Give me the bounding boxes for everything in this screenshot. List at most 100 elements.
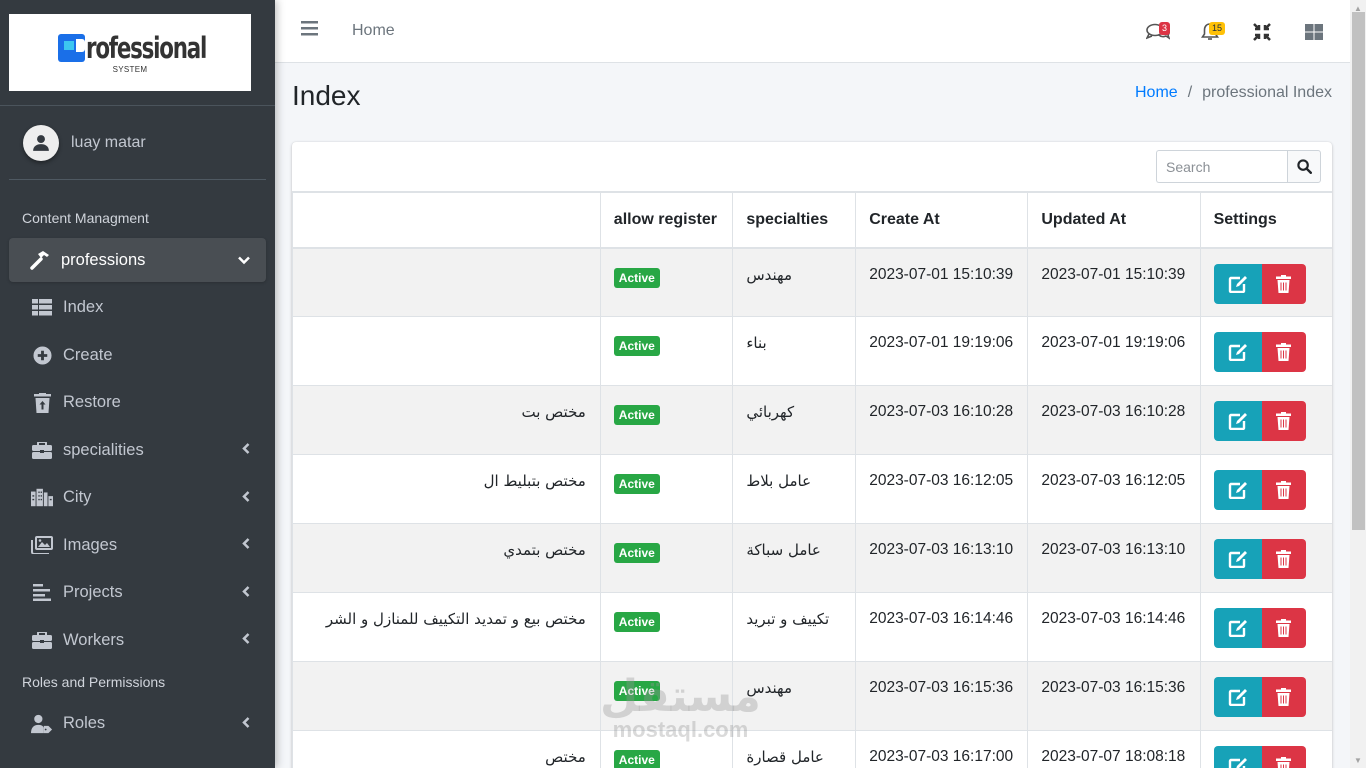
allow-register-cell: Active — [599, 316, 734, 386]
edit-icon — [1228, 481, 1248, 499]
search-group — [1156, 150, 1321, 183]
sidebar-item-label: Create — [63, 345, 113, 364]
sidebar-item-images[interactable]: Images — [9, 522, 266, 570]
delete-button[interactable] — [1261, 539, 1306, 579]
column-header-updated-at[interactable]: Updated At — [1027, 192, 1201, 249]
sidebar-item-professions[interactable]: professions — [9, 238, 266, 282]
images-icon — [31, 535, 53, 555]
search-button[interactable] — [1287, 150, 1321, 183]
updated-at-cell: 2023-07-03 16:15:36 — [1027, 661, 1201, 731]
sidebar-item-label: Workers — [63, 630, 125, 649]
column-header-create-at[interactable]: Create At — [855, 192, 1029, 249]
chevron-left-icon — [242, 443, 250, 458]
sidebar-item-workers[interactable]: Workers — [9, 617, 266, 665]
profession-name-cell — [292, 247, 601, 317]
created-at-cell: 2023-07-03 16:14:46 — [855, 592, 1029, 662]
hamburger-menu-icon[interactable] — [301, 21, 319, 41]
created-at-cell: 2023-07-03 16:10:28 — [855, 385, 1029, 455]
column-header-specialties[interactable]: specialties — [732, 192, 857, 249]
specialty-cell: كهربائي — [732, 385, 857, 455]
edit-button[interactable] — [1213, 332, 1262, 372]
sidebar-item-index[interactable]: Index — [9, 284, 266, 332]
trash-icon — [1276, 550, 1292, 568]
breadcrumb-separator: / — [1187, 84, 1193, 101]
delete-button[interactable] — [1261, 332, 1306, 372]
page-scrollbar[interactable]: ▲ ▼ — [1350, 0, 1366, 768]
sidebar-item-city[interactable]: City — [9, 474, 266, 522]
logo-icon — [57, 34, 85, 62]
delete-button[interactable] — [1261, 746, 1306, 768]
edit-button[interactable] — [1213, 677, 1262, 717]
profession-name-cell: مختص بيع و تمديد التكييف للمنازل و الشر — [292, 592, 601, 662]
delete-button[interactable] — [1261, 677, 1306, 717]
allow-register-cell: Active — [599, 523, 734, 593]
city-icon — [31, 488, 53, 508]
delete-button[interactable] — [1261, 470, 1306, 510]
sidebar-item-create[interactable]: Create — [9, 332, 266, 380]
table-row: مختص بت Active كهربائي 2023-07-03 16:10:28 2… — [292, 385, 1332, 455]
sidebar-item-label: professions — [61, 250, 146, 269]
breadcrumb: Home / professional Index — [1135, 84, 1332, 102]
sidebar-item-roles[interactable]: Roles — [9, 700, 266, 748]
allow-register-cell: Active — [599, 454, 734, 524]
top-home-link[interactable]: Home — [352, 22, 395, 40]
sidebar-item-specialities[interactable]: specialities — [9, 427, 266, 475]
sidebar-item-projects[interactable]: Projects — [9, 569, 266, 617]
edit-icon — [1228, 619, 1248, 637]
control-sidebar-button[interactable] — [1288, 12, 1340, 52]
delete-button[interactable] — [1261, 263, 1306, 304]
column-header-name[interactable] — [292, 192, 601, 249]
nav-header-content: Content Managment — [22, 210, 149, 226]
notifications-button[interactable]: 15 — [1184, 12, 1236, 52]
professions-table-card: allow register specialties Create At Upd… — [292, 142, 1332, 768]
profession-name-cell — [292, 316, 601, 386]
allow-register-cell: Active — [599, 592, 734, 662]
edit-button[interactable] — [1213, 470, 1262, 510]
created-at-cell: 2023-07-03 16:13:10 — [855, 523, 1029, 593]
page-title: Index — [292, 80, 361, 111]
messages-button[interactable]: 3 — [1132, 12, 1184, 52]
specialty-text: تكييف و تبريد — [746, 610, 830, 628]
edit-button[interactable] — [1213, 608, 1262, 648]
status-badge: Active — [613, 405, 660, 425]
updated-at-cell: 2023-07-03 16:14:46 — [1027, 592, 1201, 662]
edit-button[interactable] — [1213, 401, 1262, 441]
column-header-allow-register[interactable]: allow register — [599, 192, 734, 249]
created-at-cell: 2023-07-01 19:19:06 — [855, 316, 1029, 386]
sidebar-item-label: Index — [63, 298, 104, 317]
chevron-down-icon — [238, 253, 250, 268]
delete-button[interactable] — [1261, 401, 1306, 441]
created-at-cell: 2023-07-01 15:10:39 — [855, 247, 1029, 317]
brand-name: rofessional — [85, 31, 207, 65]
sidebar-item-label: Projects — [63, 583, 123, 602]
edit-button[interactable] — [1213, 539, 1262, 579]
settings-cell — [1199, 730, 1332, 768]
brand-logo[interactable]: rofessional SYSTEM — [9, 14, 251, 91]
created-at-cell: 2023-07-03 16:12:05 — [855, 454, 1029, 524]
delete-button[interactable] — [1261, 608, 1306, 648]
trash-icon — [1276, 688, 1292, 706]
updated-at-cell: 2023-07-01 15:10:39 — [1027, 247, 1201, 317]
specialty-cell: مهندس — [732, 661, 857, 731]
edit-button[interactable] — [1213, 263, 1262, 304]
user-name[interactable]: luay matar — [71, 134, 146, 152]
search-input[interactable] — [1156, 150, 1287, 183]
breadcrumb-home-link[interactable]: Home — [1135, 84, 1178, 102]
scroll-down-arrow-icon[interactable]: ▼ — [1350, 754, 1366, 766]
specialty-cell: مهندس — [732, 247, 857, 317]
sidebar-item-restore[interactable]: Restore — [9, 379, 266, 427]
user-panel[interactable]: luay matar — [9, 106, 266, 180]
table-header-row: allow register specialties Create At Upd… — [292, 192, 1332, 249]
scroll-thumb[interactable] — [1352, 12, 1365, 530]
user-icon — [33, 134, 49, 151]
brand-subtitle: SYSTEM — [112, 65, 148, 74]
profession-name-cell — [292, 661, 601, 731]
main-content: Index Home / professional Index Search a… — [275, 63, 1350, 768]
specialty-cell: عامل بلاط — [732, 454, 857, 524]
created-at-cell: 2023-07-03 16:15:36 — [855, 661, 1029, 731]
fullscreen-button[interactable] — [1236, 12, 1288, 52]
status-badge: Active — [613, 612, 660, 632]
trash-icon — [1276, 274, 1292, 293]
edit-button[interactable] — [1213, 746, 1262, 768]
specialty-text: عامل قصارة — [746, 748, 824, 766]
